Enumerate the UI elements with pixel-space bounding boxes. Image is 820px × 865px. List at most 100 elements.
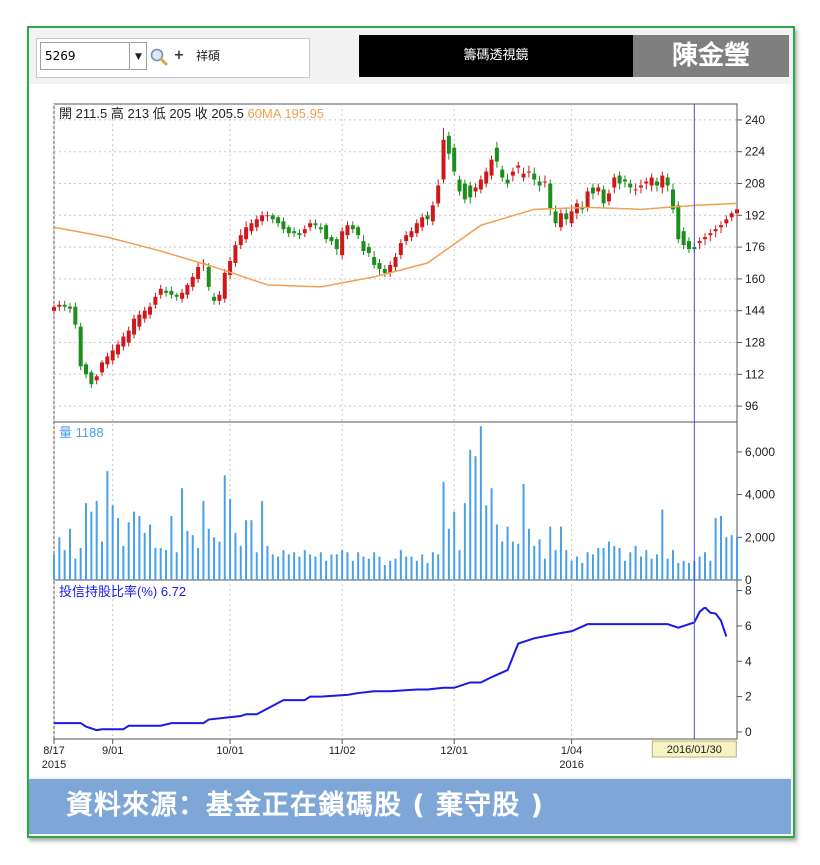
candle-body: [142, 310, 147, 319]
candle-body: [558, 213, 563, 228]
stock-name-link[interactable]: 祥碩: [196, 44, 220, 68]
volume-bar: [303, 550, 306, 580]
volume-tick-label: 4,000: [745, 488, 775, 502]
magnifier-icon[interactable]: [149, 44, 169, 68]
volume-bar: [245, 520, 248, 580]
volume-bar: [175, 552, 178, 580]
candle-body: [585, 191, 590, 208]
volume-bar: [325, 560, 328, 580]
volume-bar: [255, 552, 258, 580]
holding-ratio-line: [704, 606, 728, 637]
volume-bar: [266, 545, 269, 580]
candle-body: [329, 237, 334, 242]
volume-bar: [591, 554, 594, 580]
candle-body: [638, 185, 643, 188]
candle-body: [372, 257, 377, 265]
date-tick-label: 1/04: [561, 745, 582, 757]
holding-ratio-line: [54, 606, 706, 732]
candle-body: [409, 231, 414, 238]
volume-bar: [106, 471, 109, 580]
date-tick-label: 10/01: [216, 745, 244, 757]
volume-bar: [63, 550, 66, 580]
candle-body: [393, 257, 398, 267]
volume-bar: [586, 552, 589, 580]
volume-bar: [581, 562, 584, 580]
candle-body: [462, 183, 467, 200]
candle-body: [78, 326, 83, 367]
date-tick-label: 11/02: [329, 745, 356, 757]
candle-body: [735, 209, 739, 214]
candle-body: [233, 245, 238, 263]
candle-body: [100, 362, 105, 373]
candle-body: [318, 227, 323, 230]
holding-legend: 投信持股比率(%) 6.72: [59, 584, 186, 599]
holding-tick-label: 6: [745, 619, 752, 633]
volume-bar: [463, 503, 466, 580]
volume-bar: [431, 552, 434, 580]
volume-bar: [399, 550, 402, 580]
volume-bar: [639, 556, 642, 580]
candle-body: [654, 181, 659, 186]
volume-bar: [298, 556, 301, 580]
volume-bar: [218, 541, 221, 580]
stock-chart: 8/17 2015 9/01 10/01 11/02 12/01 1/04 2016 96 112…: [42, 103, 775, 771]
volume-bar: [698, 556, 701, 580]
volume-bar: [666, 558, 669, 580]
volume-bar: [271, 554, 274, 580]
stock-dropdown-button[interactable]: ▼: [131, 42, 147, 70]
candle-body: [276, 217, 281, 224]
volume-bar: [223, 475, 226, 580]
date-tick-label: 12/01: [440, 745, 468, 757]
volume-bar: [335, 554, 338, 580]
candle-body: [89, 372, 94, 385]
volume-bar: [69, 528, 72, 580]
volume-bar: [490, 488, 493, 580]
volume-bar: [95, 501, 98, 580]
candle-body: [494, 147, 499, 162]
volume-bar: [405, 556, 408, 580]
candle-body: [537, 181, 542, 186]
candle-body: [441, 139, 446, 180]
price-tick-label: 144: [745, 304, 765, 318]
volume-bar: [250, 520, 253, 580]
candle-body: [174, 294, 179, 297]
volume-bar: [421, 554, 424, 580]
candle-body: [105, 356, 110, 365]
volume-bar: [570, 560, 573, 580]
volume-bar: [479, 426, 482, 580]
volume-bar: [117, 518, 120, 580]
candle-body: [313, 223, 318, 226]
volume-bar: [426, 562, 429, 580]
volume-bar: [634, 545, 637, 580]
candle-body: [564, 213, 569, 220]
candle-body: [510, 171, 515, 176]
candle-body: [382, 268, 387, 273]
candle-body: [633, 189, 638, 191]
price-legend-part: 205.5: [211, 106, 247, 121]
candle-body: [292, 231, 297, 234]
volume-bar: [671, 550, 674, 580]
volume-bar: [474, 456, 477, 580]
candle-body: [377, 263, 382, 269]
candle-body: [420, 217, 425, 228]
volume-bar: [538, 539, 541, 580]
candle-body: [622, 179, 627, 182]
candle-body: [548, 183, 553, 210]
volume-bar: [501, 541, 504, 580]
candle-body: [260, 215, 265, 222]
add-button[interactable]: +: [172, 44, 186, 68]
volume-bar: [85, 503, 88, 580]
candle-body: [281, 221, 286, 230]
volume-bar: [629, 552, 632, 580]
candle-body: [697, 241, 702, 244]
volume-bar: [53, 554, 55, 580]
candle-body: [649, 177, 654, 186]
candle-body: [484, 171, 489, 184]
candle-body: [526, 171, 531, 173]
candle-body: [158, 288, 163, 295]
candle-body: [116, 344, 121, 355]
stock-code-input[interactable]: [40, 42, 130, 70]
candle-body: [185, 284, 190, 295]
ma60-line: [53, 202, 738, 288]
volume-bar: [709, 560, 712, 580]
